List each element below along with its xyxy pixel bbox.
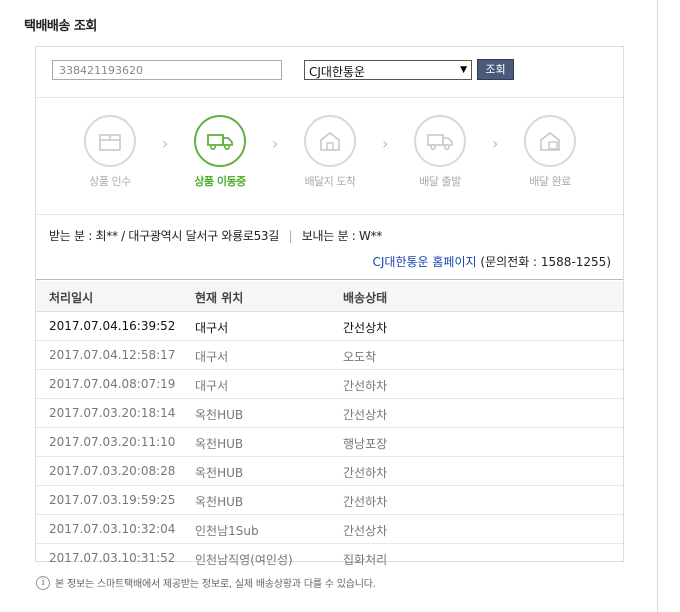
row-datetime: 2017.07.03.20:08:28 <box>49 464 176 478</box>
carrier-homepage-link[interactable]: CJ대한통운 홈페이지 <box>373 255 477 269</box>
table-header: 처리일시 현재 위치 배송상태 <box>36 281 623 312</box>
table-row: 2017.07.03.10:32:04 인천남1Sub 간선상차 <box>36 515 623 544</box>
row-location: 인천남직영(여인성) <box>195 553 293 567</box>
row-location: 옥천HUB <box>195 437 244 451</box>
row-status: 행낭포장 <box>343 437 388 451</box>
table-row: 2017.07.03.10:31:52 인천남직영(여인성) 집화처리 <box>36 544 623 572</box>
separator: | <box>288 229 293 243</box>
tracking-table: 처리일시 현재 위치 배송상태 2017.07.04.16:39:52 대구서 … <box>36 281 623 572</box>
step-label: 배달 출발 <box>419 175 461 188</box>
row-status: 오도착 <box>343 350 377 364</box>
row-status: 간선하차 <box>343 379 388 393</box>
sender-value: W** <box>359 229 383 243</box>
step-label: 상품 인수 <box>89 175 131 188</box>
row-datetime: 2017.07.04.12:58:17 <box>49 348 176 362</box>
chevron-right-icon: › <box>492 134 499 153</box>
disclaimer-note: i 본 정보는 스마트택배에서 제공받는 정보로, 실제 배송상황과 다를 수 … <box>36 575 376 590</box>
chevron-right-icon: › <box>272 134 279 153</box>
table-row: 2017.07.03.20:11:10 옥천HUB 행낭포장 <box>36 428 623 457</box>
row-location: 대구서 <box>195 321 229 335</box>
receiver-label: 받는 분 : <box>49 229 92 243</box>
box-icon <box>84 115 136 167</box>
step-received: 상품 인수 <box>70 115 150 189</box>
table-row: 2017.07.03.20:18:14 옥천HUB 간선상차 <box>36 399 623 428</box>
info-icon: i <box>36 575 50 590</box>
row-status: 간선상차 <box>343 321 388 335</box>
sender-label: 보내는 분 : <box>301 229 356 243</box>
table-row: 2017.07.03.19:59:25 옥천HUB 간선하차 <box>36 486 623 515</box>
row-location: 옥천HUB <box>195 466 244 480</box>
row-location: 옥천HUB <box>195 408 244 422</box>
step-delivered: 배달 완료 <box>510 115 590 189</box>
page-title: 택배배송 조회 <box>24 19 97 34</box>
header-location: 현재 위치 <box>195 291 244 305</box>
table-row: 2017.07.04.12:58:17 대구서 오도착 <box>36 341 623 370</box>
house-icon <box>304 115 356 167</box>
table-row: 2017.07.04.08:07:19 대구서 간선하차 <box>36 370 623 399</box>
row-location: 인천남1Sub <box>195 524 259 538</box>
disclaimer-text: 본 정보는 스마트택배에서 제공받는 정보로, 실제 배송상황과 다를 수 있습… <box>55 579 376 590</box>
step-out-for-delivery: 배달 출발 <box>400 115 480 189</box>
row-datetime: 2017.07.03.20:11:10 <box>49 435 176 449</box>
carrier-select[interactable]: CJ대한통운 ▼ <box>304 60 472 80</box>
receiver-sender-line: 받는 분 : 최** / 대구광역시 달서구 와룡로53길 | 보내는 분 : … <box>49 227 382 244</box>
table-row: 2017.07.04.16:39:52 대구서 간선상차 <box>36 312 623 341</box>
tracking-panel: CJ대한통운 ▼ 조회 상품 인수 › 상품 이동중 › 배달지 도착 › <box>35 46 624 567</box>
chevron-right-icon: › <box>382 134 389 153</box>
tracking-number-input[interactable] <box>52 60 282 80</box>
row-datetime: 2017.07.04.16:39:52 <box>49 319 176 333</box>
dropdown-arrow-icon: ▼ <box>460 65 467 75</box>
header-datetime: 처리일시 <box>49 291 94 305</box>
chevron-right-icon: › <box>162 134 169 153</box>
row-location: 대구서 <box>195 350 229 364</box>
row-status: 간선상차 <box>343 408 388 422</box>
row-datetime: 2017.07.03.20:18:14 <box>49 406 176 420</box>
carrier-phone: (문의전화 : 1588-1255) <box>480 255 611 269</box>
row-location: 옥천HUB <box>195 495 244 509</box>
step-label: 배달지 도착 <box>304 175 356 188</box>
carrier-contact-line: CJ대한통운 홈페이지 (문의전화 : 1588-1255) <box>373 253 612 270</box>
step-label: 배달 완료 <box>529 175 571 188</box>
row-status: 간선상차 <box>343 524 388 538</box>
lookup-button[interactable]: 조회 <box>477 59 514 80</box>
row-datetime: 2017.07.03.10:32:04 <box>49 522 176 536</box>
receiver-value: 최** / 대구광역시 달서구 와룡로53길 <box>95 229 280 243</box>
row-datetime: 2017.07.04.08:07:19 <box>49 377 176 391</box>
table-row: 2017.07.03.20:08:28 옥천HUB 간선하차 <box>36 457 623 486</box>
truck-icon <box>194 115 246 167</box>
right-divider <box>657 0 658 612</box>
carrier-select-value: CJ대한통운 <box>309 65 366 79</box>
row-datetime: 2017.07.03.10:31:52 <box>49 551 176 565</box>
search-area: CJ대한통운 ▼ 조회 <box>36 47 623 98</box>
step-in-transit: 상품 이동중 <box>180 115 260 189</box>
row-status: 간선하차 <box>343 466 388 480</box>
shipment-info: 받는 분 : 최** / 대구광역시 달서구 와룡로53길 | 보내는 분 : … <box>36 215 623 280</box>
step-arrived: 배달지 도착 <box>290 115 370 189</box>
row-location: 대구서 <box>195 379 229 393</box>
step-label: 상품 이동중 <box>194 175 246 188</box>
row-datetime: 2017.07.03.19:59:25 <box>49 493 176 507</box>
row-status: 간선하차 <box>343 495 388 509</box>
row-status: 집화처리 <box>343 553 388 567</box>
house-box-icon <box>524 115 576 167</box>
delivery-progress: 상품 인수 › 상품 이동중 › 배달지 도착 › 배달 출발 › 배달 완료 <box>36 98 623 215</box>
delivery-truck-icon <box>414 115 466 167</box>
header-status: 배송상태 <box>343 291 388 305</box>
